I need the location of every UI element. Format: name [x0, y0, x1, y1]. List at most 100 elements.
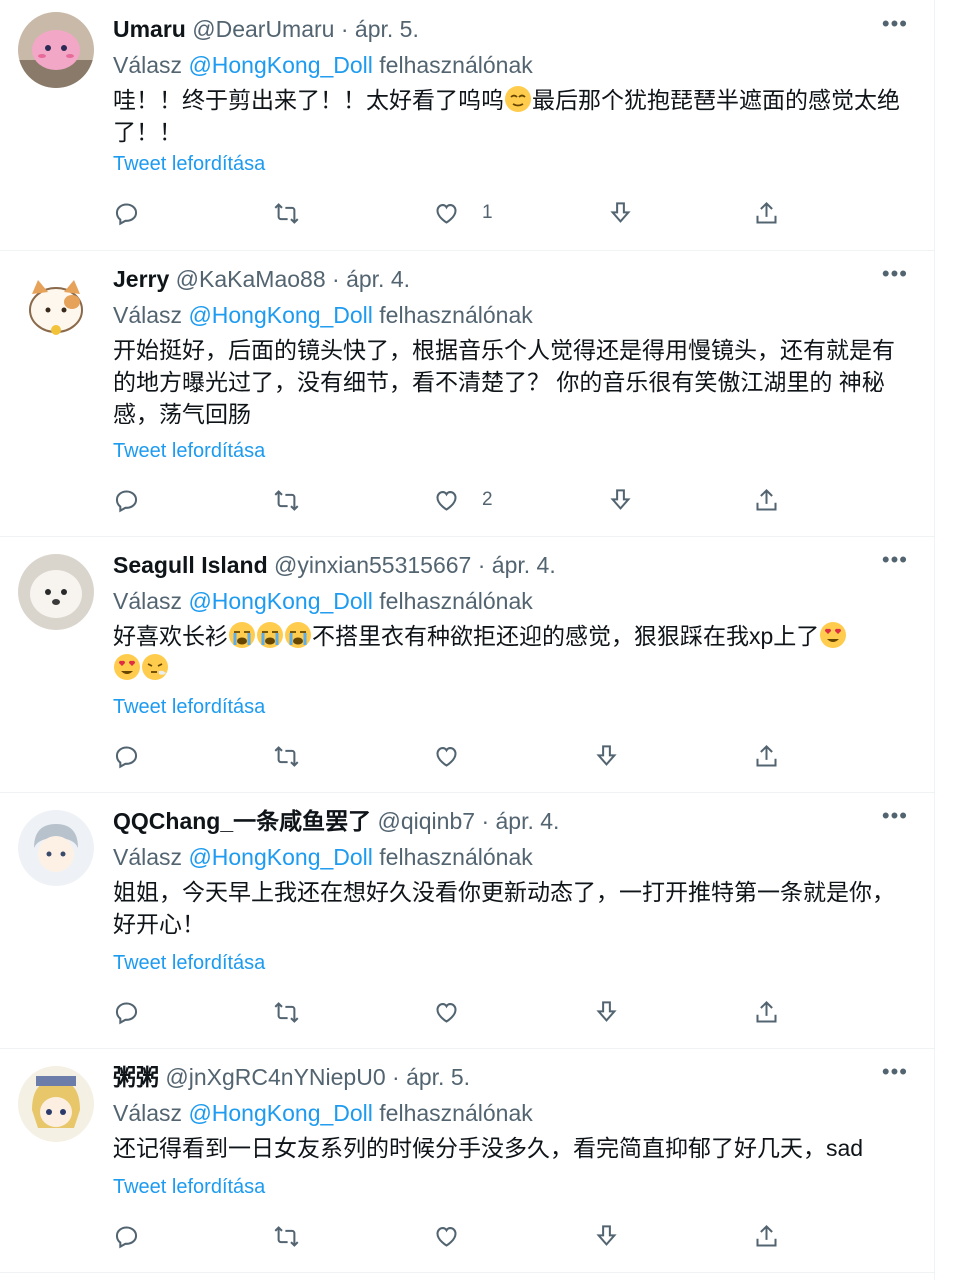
tweet-3[interactable]: Seagull Island @yinxian55315667 · ápr. 4… [0, 536, 934, 793]
download-button[interactable] [593, 1222, 620, 1250]
display-name[interactable]: Umaru [113, 16, 186, 42]
display-name[interactable]: QQChang_一条咸鱼罢了 [113, 808, 371, 834]
display-name[interactable]: Seagull Island [113, 552, 268, 578]
translate-tweet-link[interactable]: Tweet lefordítása [113, 1176, 265, 1199]
more-options-icon[interactable]: ••• [882, 1060, 908, 1084]
retweet-icon [274, 489, 299, 511]
replying-to: Válasz @HongKong_Doll felhasználónak [113, 1098, 533, 1128]
download-button[interactable] [607, 199, 634, 227]
tweet-text: 开始挺好，后面的镜头快了，根据音乐个人觉得还是得用慢镜头，还有就是有的地方曝光过… [113, 337, 895, 427]
reply-suffix: felhasználónak [379, 588, 533, 614]
mention-link[interactable]: @HongKong_Doll [188, 52, 372, 78]
user-handle[interactable]: @KaKaMao88 [176, 266, 326, 292]
reply-suffix: felhasználónak [379, 844, 533, 870]
download-icon [596, 1000, 617, 1022]
tweet-text-part: 哇！！终于剪出来了！！太好看了呜呜 [113, 87, 504, 113]
reply-icon [115, 1001, 138, 1024]
download-button[interactable] [593, 998, 620, 1026]
tweet-1[interactable]: Umaru @DearUmaru · ápr. 5. ••• Válasz @H… [0, 0, 934, 251]
translate-tweet-link[interactable]: Tweet lefordítása [113, 440, 265, 463]
user-handle[interactable]: @yinxian55315667 [274, 552, 471, 578]
share-button[interactable] [753, 1222, 780, 1250]
retweet-button[interactable] [273, 199, 300, 227]
tweet-text: 好喜欢长衫 不搭里衣有种欲拒还迎的感觉，狠狠踩在我xp上了 [113, 620, 913, 684]
share-button[interactable] [753, 742, 780, 770]
like-button[interactable] [433, 1222, 482, 1250]
retweet-button[interactable] [273, 742, 300, 770]
user-handle[interactable]: @qiqinb7 [378, 808, 476, 834]
reply-icon [115, 1225, 138, 1248]
share-icon [756, 1224, 777, 1247]
mention-link[interactable]: @HongKong_Doll [188, 302, 372, 328]
tweet-header: Umaru @DearUmaru · ápr. 5. [113, 14, 419, 44]
translate-tweet-link[interactable]: Tweet lefordítása [113, 696, 265, 719]
retweet-icon [274, 1001, 299, 1023]
more-options-icon[interactable]: ••• [882, 12, 908, 36]
tweet-date[interactable]: ápr. 5. [406, 1064, 470, 1090]
user-handle[interactable]: @jnXgRC4nYNiepU0 [165, 1064, 385, 1090]
separator-dot: · [340, 16, 349, 42]
reply-icon [115, 745, 138, 768]
share-button[interactable] [753, 486, 780, 514]
steam-face-emoji-icon [142, 654, 168, 680]
tweet-actions [113, 998, 793, 1026]
reply-button[interactable] [113, 486, 140, 514]
share-button[interactable] [753, 199, 780, 227]
download-icon [610, 488, 631, 510]
reply-button[interactable] [113, 1222, 140, 1250]
translate-tweet-link[interactable]: Tweet lefordítása [113, 153, 265, 176]
tweet-text: 姐姐，今天早上我还在想好久没看你更新动态了，一打开推特第一条就是你，好开心！ [113, 879, 895, 937]
avatar[interactable] [18, 12, 94, 88]
like-count: 1 [482, 202, 493, 223]
retweet-button[interactable] [273, 486, 300, 514]
more-options-icon[interactable]: ••• [882, 548, 908, 572]
tweet-2[interactable]: Jerry @KaKaMao88 · ápr. 4. ••• Válasz @H… [0, 250, 934, 537]
avatar[interactable] [18, 1066, 94, 1142]
tweet-text-part: 好喜欢长衫 [113, 623, 228, 649]
like-button[interactable] [433, 742, 482, 770]
heart-eyes-emoji-icon [820, 622, 847, 648]
share-button[interactable] [753, 998, 780, 1026]
tweet-text: 哇！！终于剪出来了！！太好看了呜呜 最后那个犹抱琵琶半遮面的感觉太绝了！！ [113, 84, 913, 148]
replying-to: Válasz @HongKong_Doll felhasználónak [113, 50, 533, 80]
retweet-button[interactable] [273, 1222, 300, 1250]
tweet-actions: 1 [113, 199, 793, 227]
tweet-date[interactable]: ápr. 4. [346, 266, 410, 292]
display-name[interactable]: Jerry [113, 266, 169, 292]
like-button[interactable] [433, 998, 482, 1026]
reply-button[interactable] [113, 199, 140, 227]
separator-dot: · [392, 1064, 400, 1090]
tweet-date[interactable]: ápr. 4. [492, 552, 556, 578]
avatar[interactable] [18, 810, 94, 886]
crying-face-emoji-icon [229, 622, 255, 648]
translate-tweet-link[interactable]: Tweet lefordítása [113, 952, 265, 975]
tweet-actions [113, 1222, 793, 1250]
retweet-button[interactable] [273, 998, 300, 1026]
download-button[interactable] [593, 742, 620, 770]
like-button[interactable]: 1 [433, 199, 493, 227]
mention-link[interactable]: @HongKong_Doll [188, 844, 372, 870]
more-options-icon[interactable]: ••• [882, 262, 908, 286]
mention-link[interactable]: @HongKong_Doll [188, 1100, 372, 1126]
avatar[interactable] [18, 268, 94, 344]
reply-button[interactable] [113, 998, 140, 1026]
avatar[interactable] [18, 554, 94, 630]
reply-button[interactable] [113, 742, 140, 770]
tweet-date[interactable]: ápr. 4. [496, 808, 560, 834]
download-icon [596, 1224, 617, 1246]
tweet-actions: 2 [113, 486, 793, 514]
tweet-header: 粥粥 @jnXgRC4nYNiepU0 · ápr. 5. [113, 1062, 470, 1092]
like-button[interactable]: 2 [433, 486, 493, 514]
user-handle[interactable]: @DearUmaru [192, 16, 334, 42]
reply-suffix: felhasználónak [379, 302, 533, 328]
tweet-4[interactable]: QQChang_一条咸鱼罢了 @qiqinb7 · ápr. 4. ••• Vá… [0, 792, 934, 1049]
like-icon [436, 490, 457, 511]
download-button[interactable] [607, 486, 634, 514]
more-options-icon[interactable]: ••• [882, 804, 908, 828]
tweet-5[interactable]: 粥粥 @jnXgRC4nYNiepU0 · ápr. 5. ••• Válasz… [0, 1048, 934, 1273]
reply-prefix: Válasz [113, 302, 183, 328]
tweet-date[interactable]: ápr. 5. [355, 16, 419, 42]
mention-link[interactable]: @HongKong_Doll [188, 588, 372, 614]
download-icon [596, 744, 617, 766]
display-name[interactable]: 粥粥 [113, 1064, 159, 1090]
